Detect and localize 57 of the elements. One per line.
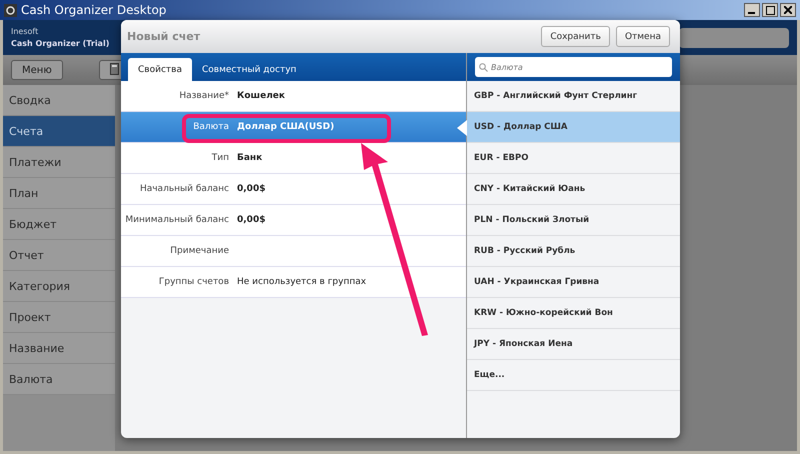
sidebar-item[interactable]: Название xyxy=(3,333,115,364)
close-icon xyxy=(784,6,792,14)
currency-item[interactable]: EUR - ЕВРО xyxy=(467,143,680,174)
minimize-button[interactable] xyxy=(744,3,760,17)
currency-item[interactable]: UAH - Украинская Гривна xyxy=(467,267,680,298)
dialog-button[interactable]: Отмена xyxy=(616,26,670,47)
currency-item[interactable]: JPY - Японская Иена xyxy=(467,329,680,360)
field-label: Примечание xyxy=(169,246,229,256)
currency-search-field[interactable]: Валюта xyxy=(475,57,672,77)
calculator-icon xyxy=(110,62,119,74)
sidebar-item[interactable]: Категория xyxy=(3,271,115,302)
product-name: Cash Organizer (Trial) xyxy=(11,39,110,48)
field-value: Не используется в группах xyxy=(237,277,366,287)
currency-item[interactable]: GBP - Английский Фунт Стерлинг xyxy=(467,81,680,112)
field-row[interactable]: Минимальный баланс 0,00$ xyxy=(121,205,466,236)
currency-item[interactable]: RUB - Русский Рубль xyxy=(467,236,680,267)
menu-button[interactable]: Меню xyxy=(11,60,63,80)
field-label: Валюта xyxy=(192,122,229,132)
sidebar-item[interactable]: Платежи xyxy=(3,147,115,178)
app-icon xyxy=(4,4,17,16)
currency-item[interactable]: CNY - Китайский Юань xyxy=(467,174,680,205)
sidebar-item[interactable]: План xyxy=(3,178,115,209)
search-icon xyxy=(479,62,488,72)
sidebar-item[interactable]: Валюта xyxy=(3,364,115,395)
field-row[interactable]: Название* Кошелек xyxy=(121,81,466,112)
sidebar-item[interactable]: Счета xyxy=(3,116,115,147)
field-row[interactable]: Группы счетов Не используется в группах xyxy=(121,267,466,298)
sidebar-item[interactable]: Бюджет xyxy=(3,209,115,240)
field-label: Тип xyxy=(210,153,229,163)
tab[interactable]: Совместный доступ xyxy=(192,59,306,81)
maximize-button[interactable] xyxy=(762,3,778,17)
close-button[interactable] xyxy=(780,3,796,17)
currency-item[interactable]: USD - Доллар США xyxy=(467,112,680,143)
maximize-icon xyxy=(766,6,774,14)
search-field[interactable] xyxy=(679,28,789,48)
window-title: Cash Organizer Desktop xyxy=(21,3,166,17)
field-value: Банк xyxy=(237,153,262,163)
dialog-title: Новый счет xyxy=(127,30,200,43)
field-row[interactable]: Примечание xyxy=(121,236,466,267)
dialog-button[interactable]: Сохранить xyxy=(541,26,610,47)
field-value: Кошелек xyxy=(237,91,286,101)
sidebar-item[interactable]: Проект xyxy=(3,302,115,333)
currency-item[interactable]: PLN - Польский Злотый xyxy=(467,205,680,236)
field-value: 0,00$ xyxy=(237,215,266,225)
currency-item[interactable]: Еще... xyxy=(467,360,680,391)
sidebar-item[interactable]: Отчет xyxy=(3,240,115,271)
field-label: Название* xyxy=(178,91,229,101)
company-name: Inesoft xyxy=(11,27,40,36)
field-row[interactable]: Начальный баланс 0,00$ xyxy=(121,174,466,205)
field-label: Начальный баланс xyxy=(138,184,229,194)
field-row[interactable]: Тип Банк xyxy=(121,143,466,174)
field-label: Минимальный баланс xyxy=(124,215,229,225)
field-value: 0,00$ xyxy=(237,184,266,194)
field-label: Группы счетов xyxy=(158,277,229,287)
currency-item[interactable]: KRW - Южно-корейский Вон xyxy=(467,298,680,329)
sidebar-item[interactable]: Сводка xyxy=(3,85,115,116)
tab[interactable]: Свойства xyxy=(128,58,192,81)
